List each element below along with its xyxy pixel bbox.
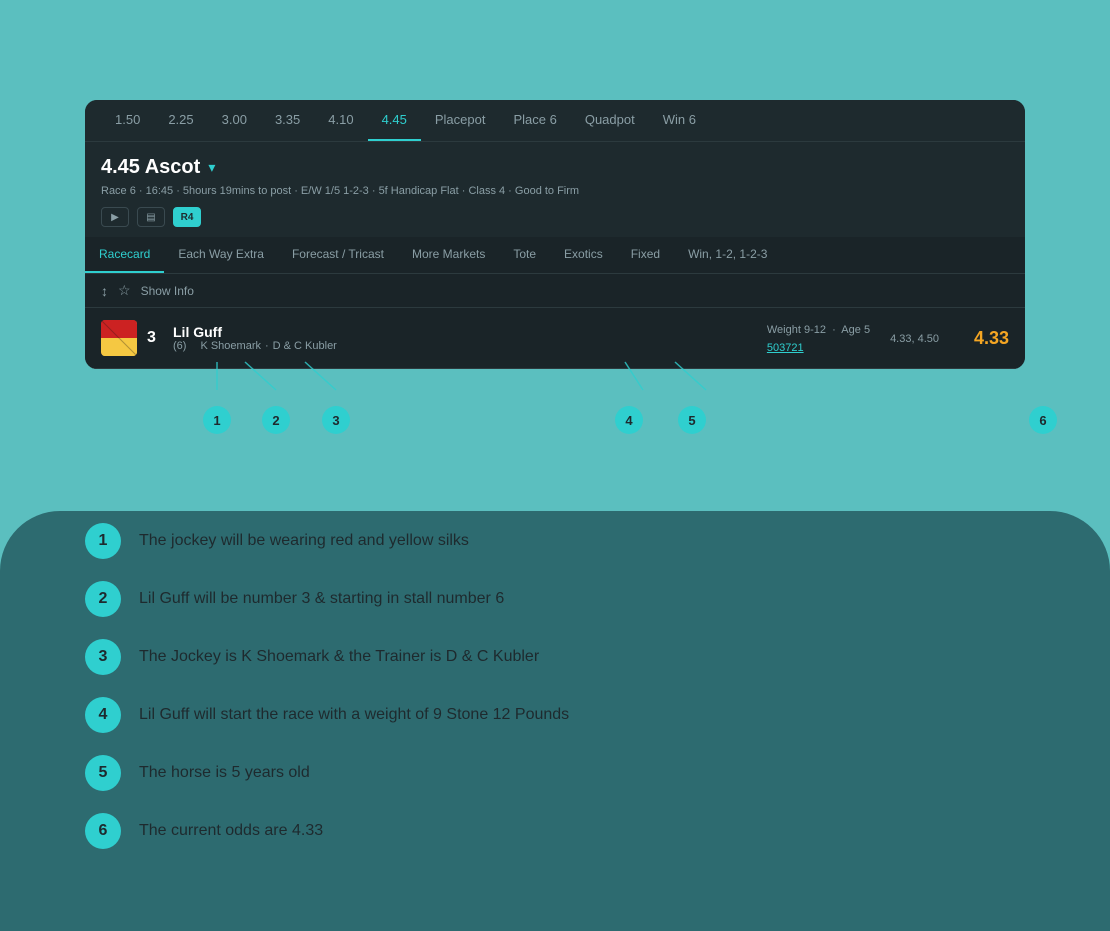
annotation-number-3: 3	[85, 639, 121, 675]
race-tab-placepot[interactable]: Placepot	[421, 100, 500, 141]
sub-tab-each-way-extra[interactable]: Each Way Extra	[164, 237, 278, 273]
horse-current-odds[interactable]: 4.33	[959, 328, 1009, 349]
annotation-item-3: 3 The Jockey is K Shoemark & the Trainer…	[85, 639, 1025, 675]
race-meta: Race 6 · 16:45 · 5hours 19mins to post ·…	[101, 185, 1009, 197]
horse-stall: (6)	[173, 340, 186, 352]
annotation-text-3: The Jockey is K Shoemark & the Trainer i…	[139, 648, 539, 666]
race-tab-445[interactable]: 4.45	[368, 100, 421, 141]
horse-number: 3	[147, 329, 167, 347]
horse-name: Lil Guff	[173, 324, 222, 340]
annotation-number-1: 1	[85, 523, 121, 559]
annotations-section: 1 The jockey will be wearing red and yel…	[85, 523, 1025, 871]
horse-row: 3 Lil Guff (6) K Shoemark · D & C Kubler…	[85, 308, 1025, 369]
annotation-item-4: 4 Lil Guff will start the race with a we…	[85, 697, 1025, 733]
sort-icon[interactable]: ↕	[101, 283, 108, 299]
race-tab-win6[interactable]: Win 6	[649, 100, 710, 141]
annotation-text-2: Lil Guff will be number 3 & starting in …	[139, 590, 504, 608]
callout-dot-4: 4	[615, 406, 643, 434]
race-card: 1.50 2.25 3.00 3.35 4.10 4.45 Placepot P…	[85, 100, 1025, 369]
callout-dot-5: 5	[678, 406, 706, 434]
race-title-row: 4.45 Ascot ▾	[101, 156, 1009, 179]
sub-tab-tote[interactable]: Tote	[499, 237, 550, 273]
race-tab-quadpot[interactable]: Quadpot	[571, 100, 649, 141]
annotation-text-6: The current odds are 4.33	[139, 822, 323, 840]
horse-silk	[101, 320, 137, 356]
race-title-text: 4.45 Ascot	[101, 156, 200, 179]
callout-dot-6: 6	[1029, 406, 1057, 434]
annotation-number-2: 2	[85, 581, 121, 617]
annotation-item-1: 1 The jockey will be wearing red and yel…	[85, 523, 1025, 559]
race-header: 4.45 Ascot ▾ Race 6 · 16:45 · 5hours 19m…	[85, 142, 1025, 237]
annotation-number-5: 5	[85, 755, 121, 791]
chevron-down-icon[interactable]: ▾	[208, 159, 215, 176]
callout-dot-3: 3	[322, 406, 350, 434]
sub-tab-fixed[interactable]: Fixed	[617, 237, 674, 273]
race-tab-150[interactable]: 1.50	[101, 100, 154, 141]
toolbar: ↕ ☆ Show Info	[85, 274, 1025, 308]
sub-tab-more-markets[interactable]: More Markets	[398, 237, 499, 273]
sub-tabs: Racecard Each Way Extra Forecast / Trica…	[85, 237, 1025, 274]
horse-id-link[interactable]: 503721	[767, 342, 804, 354]
annotation-number-6: 6	[85, 813, 121, 849]
star-icon[interactable]: ☆	[118, 282, 131, 299]
annotation-text-4: Lil Guff will start the race with a weig…	[139, 706, 569, 724]
horse-info-section: Weight 9-12 · Age 5 503721 4.33, 4.50 4.…	[767, 320, 1009, 356]
horse-name-block: Lil Guff (6) K Shoemark · D & C Kubler	[173, 324, 337, 352]
race-tab-335[interactable]: 3.35	[261, 100, 314, 141]
race-tab-410[interactable]: 4.10	[314, 100, 367, 141]
annotation-number-4: 4	[85, 697, 121, 733]
horse-trainer: D & C Kubler	[273, 340, 337, 352]
annotation-text-5: The horse is 5 years old	[139, 764, 310, 782]
horse-jockey: K Shoemark	[200, 340, 261, 352]
race-icon-buttons: ▶ ▤ R4	[101, 207, 1009, 227]
sub-tab-exotics[interactable]: Exotics	[550, 237, 617, 273]
annotation-item-5: 5 The horse is 5 years old	[85, 755, 1025, 791]
callout-dot-2: 2	[262, 406, 290, 434]
horse-prev-odds: 4.33, 4.50	[890, 333, 939, 345]
race-tab-225[interactable]: 2.25	[154, 100, 207, 141]
sub-tab-racecard[interactable]: Racecard	[85, 237, 164, 273]
horse-prev-odds-block: 4.33, 4.50	[890, 329, 939, 347]
callout-dot-1: 1	[203, 406, 231, 434]
race-tab-300[interactable]: 3.00	[208, 100, 261, 141]
horse-weight-label: Weight 9-12 · Age 5	[767, 324, 870, 336]
race-tabs: 1.50 2.25 3.00 3.35 4.10 4.45 Placepot P…	[85, 100, 1025, 142]
r4-badge-button[interactable]: R4	[173, 207, 201, 227]
video-icon-button[interactable]: ▶	[101, 207, 129, 227]
annotation-item-2: 2 Lil Guff will be number 3 & starting i…	[85, 581, 1025, 617]
dot-separator: ·	[265, 340, 269, 352]
race-tab-place6[interactable]: Place 6	[499, 100, 570, 141]
annotation-text-1: The jockey will be wearing red and yello…	[139, 532, 469, 550]
sub-tab-win-123[interactable]: Win, 1-2, 1-2-3	[674, 237, 781, 273]
annotation-item-6: 6 The current odds are 4.33	[85, 813, 1025, 849]
racecard-icon-button[interactable]: ▤	[137, 207, 165, 227]
show-info-button[interactable]: Show Info	[141, 284, 194, 298]
sub-tab-forecast-tricast[interactable]: Forecast / Tricast	[278, 237, 398, 273]
horse-weight-age-block: Weight 9-12 · Age 5 503721	[767, 320, 870, 356]
